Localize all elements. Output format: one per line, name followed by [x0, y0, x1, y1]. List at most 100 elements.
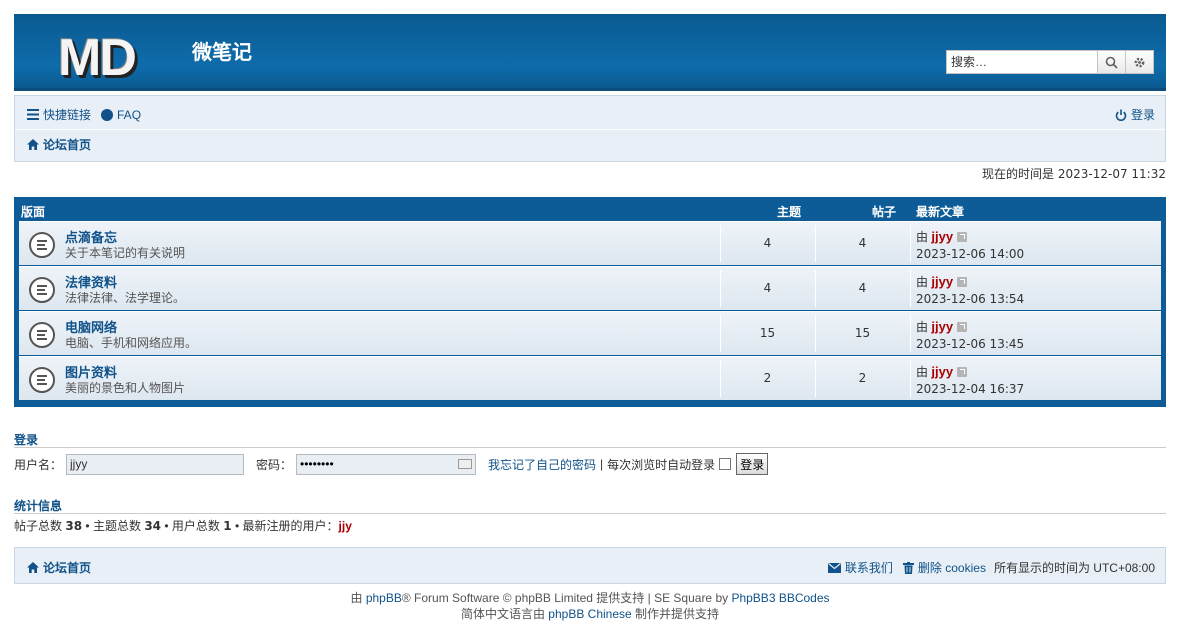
phpbb-link[interactable]: phpBB: [366, 591, 402, 605]
login-section-title[interactable]: 登录: [14, 431, 38, 448]
bullet: •: [234, 519, 240, 533]
column-divider: [910, 360, 911, 397]
forum-row: 图片资料 美丽的景色和人物图片 2 2 由 jjyy 2023-12-04 16…: [19, 356, 1161, 400]
last-post-user[interactable]: jjyy: [931, 319, 953, 334]
forum-list: 版面 主题 帖子 最新文章 点滴备忘 关于本笔记的有关说明 4 4 由 jjyy…: [14, 197, 1166, 407]
posts-total: 38: [65, 519, 83, 533]
goto-post-icon[interactable]: [957, 322, 968, 332]
last-post: 由 jjyy 2023-12-04 16:37: [916, 363, 1024, 396]
copyright-text: 制作并提供支持: [631, 607, 720, 621]
delete-cookies-link[interactable]: 删除 cookies: [918, 559, 986, 576]
posts-total-label: 帖子总数: [14, 519, 63, 533]
username-label: 用户名：: [14, 457, 63, 472]
search-box: [946, 50, 1156, 74]
login-submit-button[interactable]: 登录: [736, 453, 769, 475]
forgot-password-link[interactable]: 我忘记了自己的密码: [488, 456, 596, 473]
topics-total-label: 主题总数: [92, 519, 141, 533]
autologin-label: 每次浏览时自动登录: [607, 457, 716, 472]
by-label: 由: [916, 275, 929, 289]
login-link-wrap[interactable]: 登录: [1115, 106, 1155, 123]
menu-icon: [27, 109, 39, 120]
goto-post-icon[interactable]: [957, 232, 968, 242]
bullet: •: [164, 519, 169, 533]
site-title: 微笔记: [192, 42, 252, 64]
forum-description: 法律法律、法学理论。: [65, 291, 186, 305]
last-post-date: 2023-12-06 14:00: [916, 247, 1025, 261]
advanced-search-button[interactable]: [1126, 50, 1154, 74]
stats-line: 帖子总数 38 • 主题总数 34 • 用户总数 1 • 最新注册的用户：jjy: [14, 517, 352, 534]
home-icon: [27, 139, 39, 150]
password-label: 密码：: [256, 457, 293, 472]
column-divider: [910, 225, 911, 262]
forum-description: 美丽的景色和人物图片: [65, 381, 186, 395]
last-post-date: 2023-12-06 13:45: [916, 337, 1025, 351]
breadcrumb: 论坛首页: [27, 136, 91, 153]
search-icon: [1105, 56, 1118, 69]
goto-post-icon[interactable]: [957, 367, 968, 377]
site-logo[interactable]: MD: [58, 28, 137, 88]
last-post-user[interactable]: jjyy: [931, 229, 953, 244]
forum-read-icon: [29, 322, 55, 348]
password-wrap: [296, 453, 477, 475]
forum-read-icon: [29, 367, 55, 393]
posts-count: 2: [858, 371, 867, 385]
topics-count: 4: [763, 281, 772, 295]
header-last-post: 最新文章: [916, 205, 965, 219]
last-post-date: 2023-12-06 13:54: [916, 292, 1025, 306]
contact-link[interactable]: 联系我们: [845, 559, 893, 576]
copyright-text: 由: [350, 591, 366, 605]
bullet: •: [85, 519, 90, 533]
keyboard-icon: [458, 458, 473, 469]
password-input[interactable]: [296, 453, 477, 475]
footer-board-index-link[interactable]: 论坛首页: [43, 559, 91, 576]
login-link[interactable]: 登录: [1131, 106, 1155, 123]
forum-read-icon: [29, 232, 55, 258]
forum-description: 电脑、手机和网络应用。: [65, 336, 198, 350]
autologin-checkbox[interactable]: [719, 458, 732, 470]
last-post: 由 jjyy 2023-12-06 13:45: [916, 318, 1024, 351]
topics-count: 4: [763, 236, 772, 250]
section-divider: [14, 513, 1166, 514]
timezone-info: 所有显示的时间为 UTC+08:00: [993, 561, 1155, 575]
board-index-link[interactable]: 论坛首页: [43, 136, 91, 153]
trash-icon: [902, 561, 914, 574]
posts-count: 4: [858, 281, 867, 295]
search-input[interactable]: [946, 50, 1098, 74]
quick-nav: 快捷链接 ? FAQ: [27, 106, 141, 123]
search-button[interactable]: [1098, 50, 1126, 74]
newest-user-label: 最新注册的用户：: [242, 519, 339, 533]
separator: |: [600, 457, 604, 471]
copyright: 由 phpBB® Forum Software © phpBB Limited …: [0, 590, 1180, 622]
phpbb3-bbcodes-link[interactable]: PhpBB3 BBCodes: [731, 591, 829, 605]
forum-list-header: 版面 主题 帖子 最新文章: [19, 197, 1161, 221]
last-post-user[interactable]: jjyy: [931, 364, 953, 379]
login-form: 用户名： 密码： 我忘记了自己的密码 | 每次浏览时自动登录 登录: [14, 452, 1166, 476]
envelope-icon: [827, 562, 841, 573]
forum-read-icon: [29, 277, 55, 303]
copyright-text: 简体中文语言由: [460, 607, 549, 621]
faq-link[interactable]: FAQ: [117, 108, 141, 122]
by-label: 由: [916, 320, 929, 334]
current-time: 现在的时间是 2023-12-07 11:32: [982, 167, 1166, 181]
power-icon: [1115, 109, 1127, 121]
last-post: 由 jjyy 2023-12-06 14:00: [916, 228, 1024, 261]
copyright-line-2: 简体中文语言由 phpBB Chinese 制作并提供支持: [0, 606, 1180, 622]
by-label: 由: [916, 365, 929, 379]
forum-description: 关于本笔记的有关说明: [65, 246, 186, 260]
newest-user-link[interactable]: jjy: [339, 519, 352, 533]
last-post-user[interactable]: jjyy: [931, 274, 953, 289]
topics-count: 15: [759, 326, 776, 340]
username-input[interactable]: [66, 453, 245, 475]
phpbb-chinese-link[interactable]: phpBB Chinese: [548, 607, 631, 621]
posts-count: 15: [854, 326, 871, 340]
copyright-line-1: 由 phpBB® Forum Software © phpBB Limited …: [0, 590, 1180, 606]
faq-icon: ?: [101, 108, 114, 121]
topics-total: 34: [144, 519, 162, 533]
quick-links-link[interactable]: 快捷链接: [43, 106, 91, 123]
last-post: 由 jjyy 2023-12-06 13:54: [916, 273, 1024, 306]
goto-post-icon[interactable]: [957, 277, 968, 287]
stats-title: 统计信息: [14, 499, 63, 513]
header-topics: 主题: [776, 205, 801, 219]
users-total-label: 用户总数: [171, 519, 220, 533]
column-divider: [910, 315, 911, 352]
